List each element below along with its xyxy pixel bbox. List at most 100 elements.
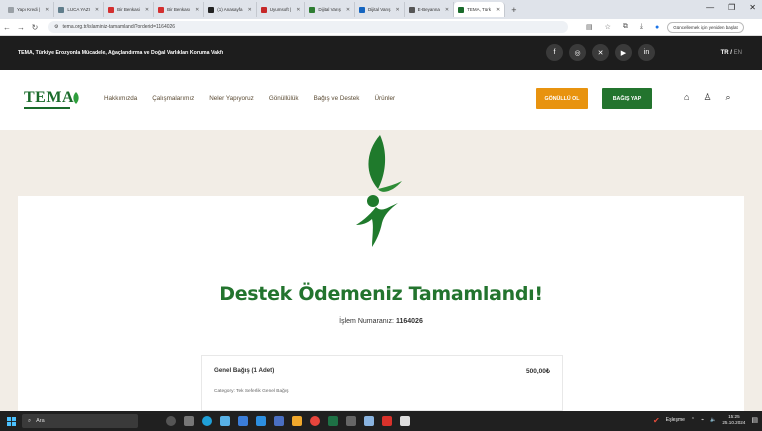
tab-close-icon[interactable]: ✕ — [445, 7, 449, 13]
chrome-icon[interactable] — [310, 416, 320, 426]
lang-en[interactable]: EN — [734, 50, 742, 56]
nav-item[interactable]: Çalışmalarımız — [152, 95, 194, 102]
address-icons: ▤ ☆ ⧉ ⤓ ● — [586, 23, 659, 31]
browser-tab[interactable]: (1) Anasayfa ✕ — [204, 2, 257, 17]
site-info-icon[interactable]: ⚙ — [54, 24, 58, 30]
item-amount: 500,00₺ — [525, 368, 550, 375]
order-summary: Genel Bağış (1 Adet) 500,00₺ Category: T… — [201, 355, 563, 411]
foundation-description: TEMA, Türkiye Erozyonla Mücadele, Ağaçla… — [18, 50, 224, 56]
nav-item[interactable]: Neler Yapıyoruz — [209, 95, 254, 102]
update-button[interactable]: Güncellemek için yeniden başlat — [667, 21, 744, 33]
taskbar-search-text: Ara — [36, 418, 45, 424]
taskbar: ⌕ Ara ✔ Eşleşme ⌃ ⌁ 🔈 15:25 25.10.2024 ▤ — [0, 411, 762, 431]
new-tab-button[interactable]: + — [505, 5, 522, 15]
donate-button[interactable]: BAĞIŞ YAP — [602, 88, 652, 109]
browser-tab[interactable]: Uyumsoft | ✕ — [257, 2, 306, 17]
bookmark-icon[interactable]: ☆ — [605, 23, 611, 31]
x-icon[interactable]: ✕ — [592, 44, 609, 61]
item-name: Genel Bağış (1 Adet) — [214, 367, 275, 374]
notification-icon[interactable]: ▤ — [751, 416, 758, 424]
nav-item[interactable]: Ürünler — [374, 95, 395, 102]
system-tray: ✔ Eşleşme ⌃ ⌁ 🔈 15:25 25.10.2024 ▤ — [653, 414, 758, 426]
app-icon-7[interactable] — [364, 416, 374, 426]
browser-tab[interactable]: TEMA, Türk ✕ — [454, 2, 506, 17]
app-icon-6[interactable] — [346, 416, 356, 426]
network-icon[interactable]: ⌁ — [701, 417, 704, 423]
app-icon-4[interactable] — [274, 416, 284, 426]
tab-close-icon[interactable]: ✕ — [195, 7, 199, 13]
txn-label: İşlem Numaranız: — [339, 318, 395, 325]
tab-label: Bir Benkasi — [117, 7, 140, 12]
browser-tab[interactable]: E-Beyanna ✕ — [405, 2, 455, 17]
widgets-icon[interactable] — [184, 416, 194, 426]
close-icon[interactable]: ✕ — [749, 3, 756, 12]
extensions-icon[interactable]: ⧉ — [623, 23, 628, 31]
browser-tab[interactable]: Bir Benkası ✕ — [154, 2, 205, 17]
tema-logo[interactable]: TEMA — [24, 89, 79, 109]
transaction-line: İşlem Numaranız: 1164026 — [0, 318, 762, 325]
tray-arrow-icon[interactable]: ⌃ — [691, 417, 695, 423]
tab-favicon-icon — [58, 6, 65, 13]
maximize-icon[interactable]: ❐ — [728, 3, 735, 12]
clock[interactable]: 15:25 25.10.2024 — [722, 414, 745, 426]
download-icon[interactable]: ⤓ — [640, 23, 643, 31]
volume-icon[interactable]: 🔈 — [710, 417, 716, 423]
app-icon-3[interactable] — [256, 416, 266, 426]
url-field[interactable]: ⚙ tema.org.tr/islaminiz-tamamlandi?order… — [48, 21, 568, 33]
browser-tab[interactable]: Dijital Varış ✕ — [355, 2, 405, 17]
tab-close-icon[interactable]: ✕ — [395, 7, 399, 13]
browser-tab[interactable]: Yapı Kredi | ✕ — [4, 2, 55, 17]
nav-item[interactable]: Gönüllülük — [269, 95, 299, 102]
youtube-icon[interactable]: ▶ — [615, 44, 632, 61]
taskbar-search[interactable]: ⌕ Ara — [22, 414, 138, 428]
browser-tab[interactable]: LUCA YAZI ✕ — [54, 2, 105, 17]
tab-label: E-Beyanna — [417, 7, 440, 12]
app-icon-8[interactable] — [400, 416, 410, 426]
search-icon[interactable]: ⌕ — [726, 92, 731, 103]
leaf-icon — [73, 92, 79, 104]
windows-start-icon[interactable] — [0, 416, 22, 426]
cart-icon[interactable]: ⌂ — [684, 92, 689, 103]
forward-icon[interactable]: → — [14, 23, 28, 32]
app-icon-1[interactable] — [220, 416, 230, 426]
back-icon[interactable]: ← — [0, 23, 14, 32]
main-navigation: TEMA Hakkımızda Çalışmalarımız Neler Yapıy… — [0, 70, 762, 130]
window-controls: — ❐ ✕ — [706, 3, 756, 12]
linkedin-icon[interactable]: in — [638, 44, 655, 61]
tab-close-icon[interactable]: ✕ — [346, 7, 350, 13]
tab-close-icon[interactable]: ✕ — [296, 7, 300, 13]
reload-icon[interactable]: ↻ — [28, 23, 42, 32]
excel-icon[interactable] — [328, 416, 338, 426]
social-links: f ◎ ✕ ▶ in — [546, 44, 655, 61]
nav-item[interactable]: Bağış ve Destek — [314, 95, 360, 102]
tab-favicon-icon — [8, 6, 14, 13]
nav-item[interactable]: Hakkımızda — [104, 95, 137, 102]
weather-icon[interactable]: ✔ — [653, 416, 660, 425]
tab-close-icon[interactable]: ✕ — [496, 7, 500, 13]
user-icon[interactable]: ♙ — [703, 92, 711, 103]
tab-close-icon[interactable]: ✕ — [145, 7, 149, 13]
tab-label: (1) Anasayfa — [217, 7, 243, 12]
pdf-icon[interactable] — [382, 416, 392, 426]
tab-close-icon[interactable]: ✕ — [45, 7, 49, 13]
task-view-icon[interactable] — [166, 416, 176, 426]
browser-tab[interactable]: Bir Benkasi ✕ — [104, 2, 155, 17]
language-switch: TR / EN — [721, 50, 742, 56]
tab-favicon-icon — [208, 6, 215, 13]
tab-label: LUCA YAZI — [67, 7, 90, 12]
search-glass-icon: ⌕ — [28, 417, 32, 424]
volunteer-button[interactable]: GÖNÜLLÜ OL — [536, 88, 588, 109]
edge-icon[interactable] — [202, 416, 212, 426]
app-icon-5[interactable] — [292, 416, 302, 426]
tab-close-icon[interactable]: ✕ — [95, 7, 99, 13]
browser-tab[interactable]: Dijital Varış ✕ — [305, 2, 356, 17]
facebook-icon[interactable]: f — [546, 44, 563, 61]
instagram-icon[interactable]: ◎ — [569, 44, 586, 61]
tab-search-icon[interactable]: ▤ — [586, 23, 593, 31]
lang-tr[interactable]: TR — [721, 50, 729, 56]
tab-close-icon[interactable]: ✕ — [248, 7, 252, 13]
profile-icon[interactable]: ● — [655, 24, 659, 31]
tab-list: Yapı Kredi | ✕ LUCA YAZI ✕ Bir Benkasi ✕ Bir B… — [4, 2, 506, 17]
app-icon-2[interactable] — [238, 416, 248, 426]
minimize-icon[interactable]: — — [706, 3, 714, 12]
